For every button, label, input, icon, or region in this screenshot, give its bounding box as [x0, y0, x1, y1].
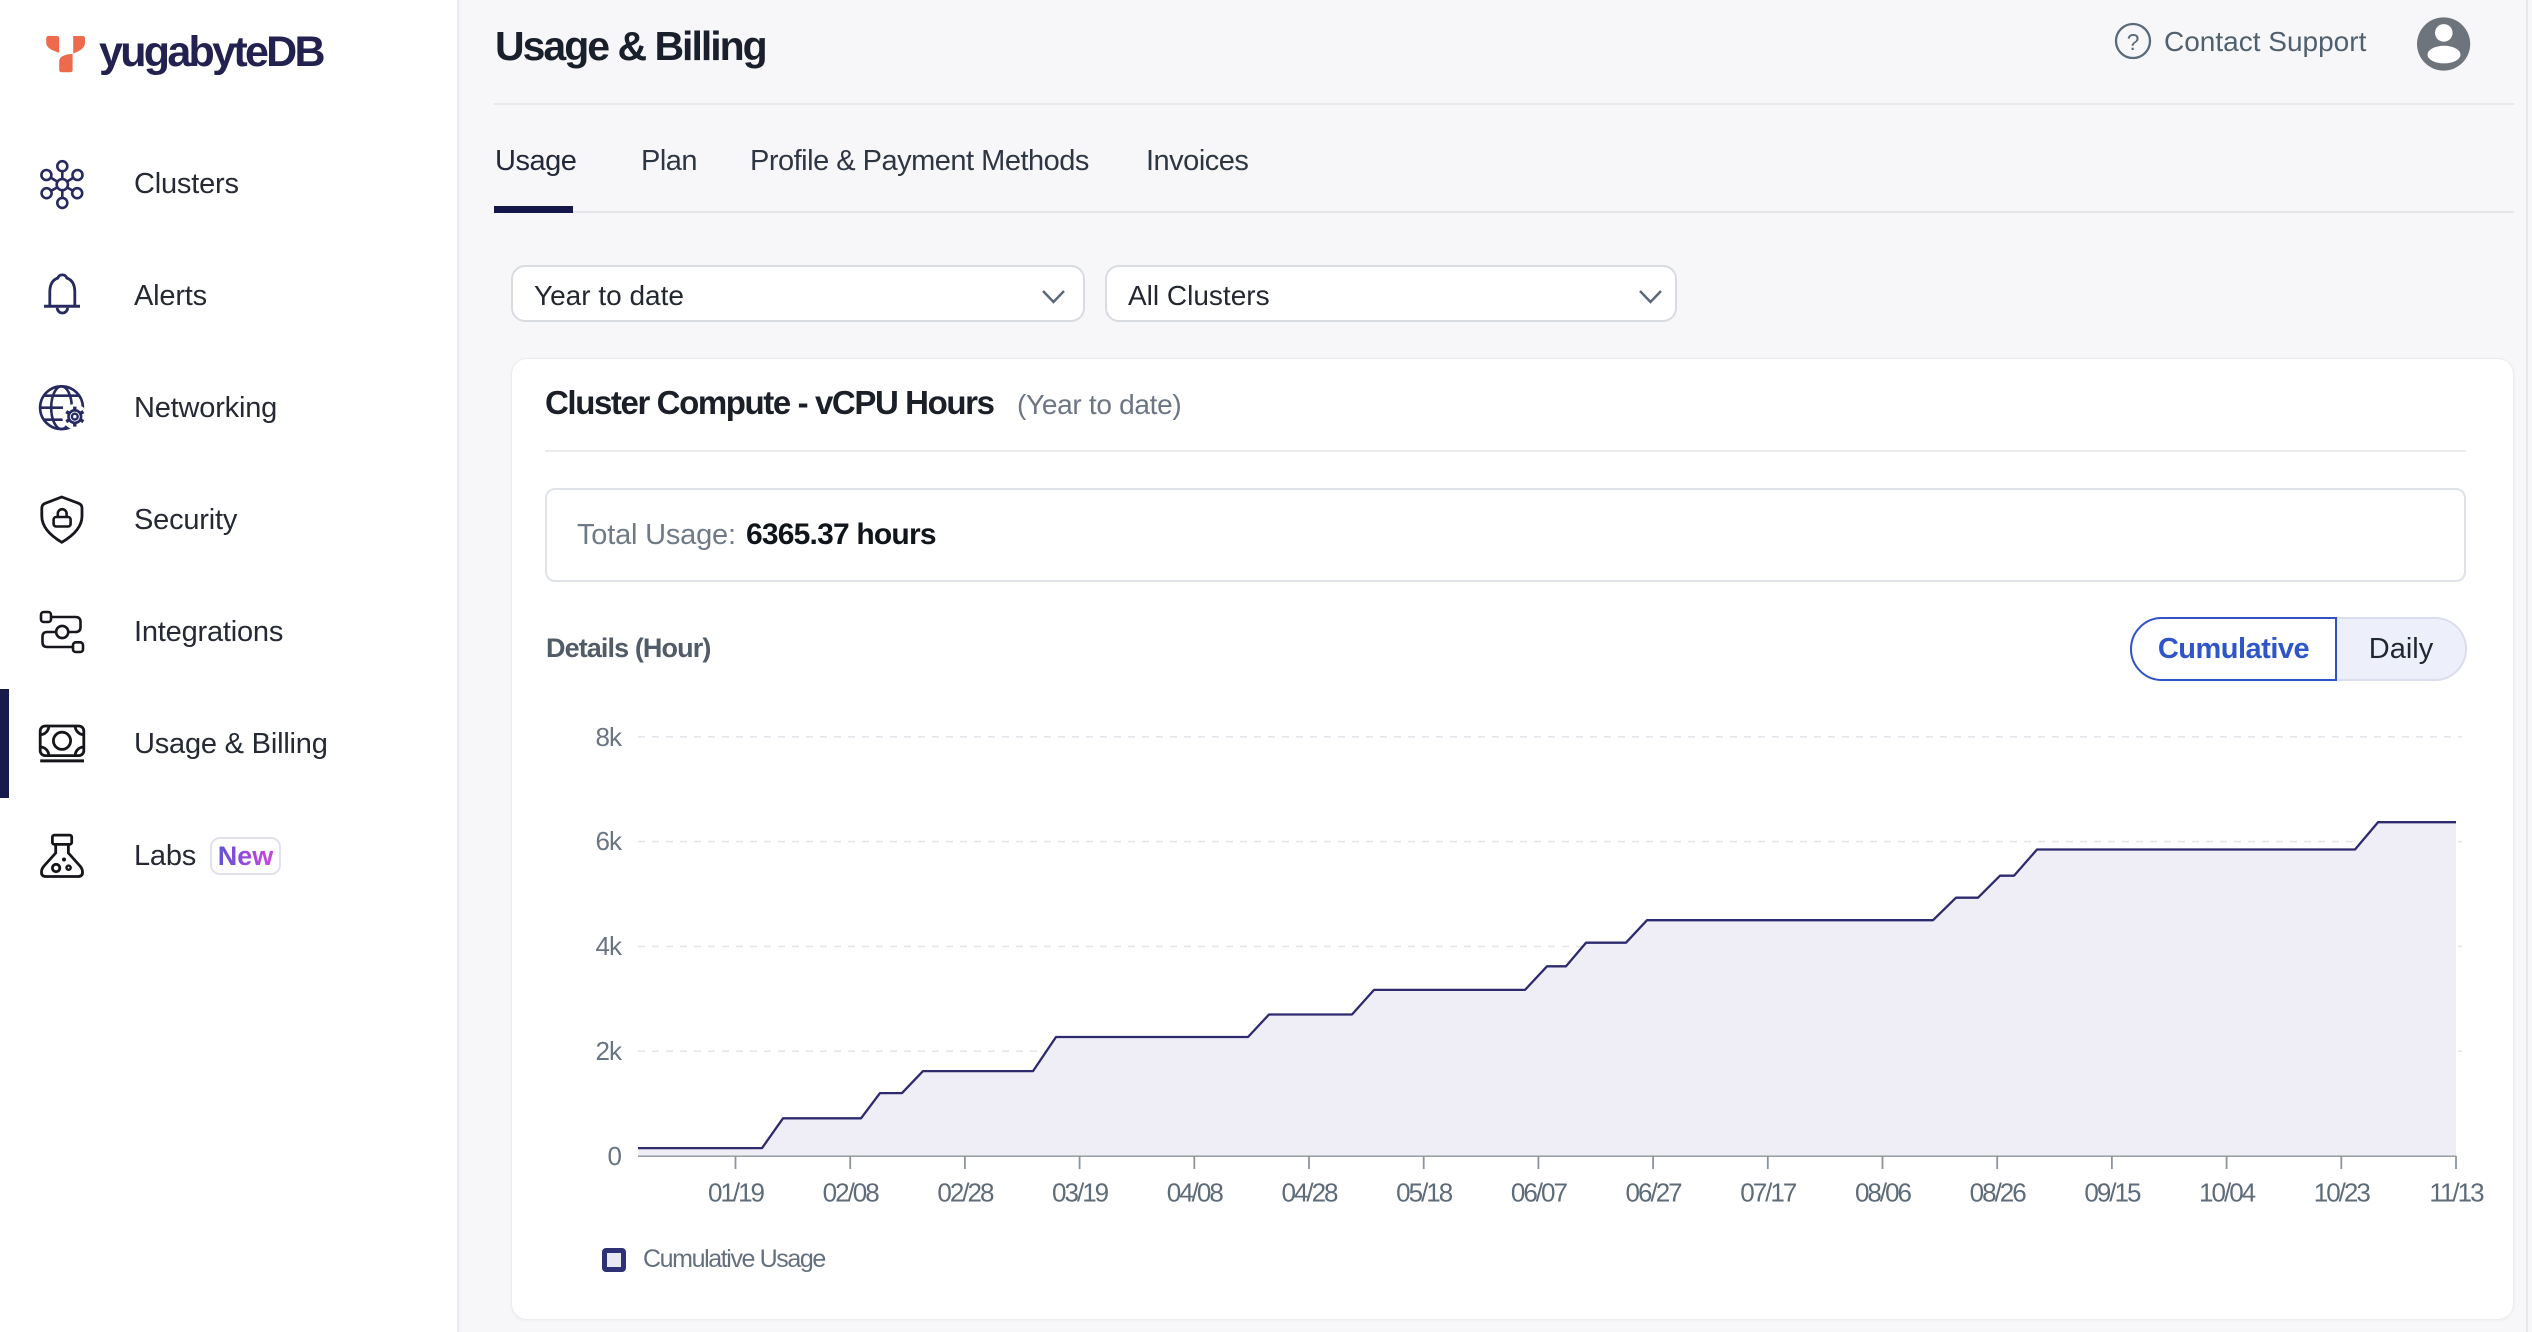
svg-text:08/06: 08/06: [1855, 1178, 1912, 1208]
svg-text:10/23: 10/23: [2314, 1178, 2371, 1208]
svg-text:04/08: 04/08: [1167, 1178, 1224, 1208]
svg-text:07/17: 07/17: [1740, 1178, 1797, 1208]
svg-text:6k: 6k: [596, 826, 623, 856]
svg-text:08/26: 08/26: [1970, 1178, 2027, 1208]
svg-text:2k: 2k: [596, 1036, 623, 1066]
svg-text:8k: 8k: [596, 722, 623, 752]
svg-text:06/07: 06/07: [1511, 1178, 1568, 1208]
svg-text:0: 0: [608, 1141, 622, 1171]
svg-text:10/04: 10/04: [2199, 1178, 2256, 1208]
svg-text:03/19: 03/19: [1052, 1178, 1109, 1208]
svg-text:02/08: 02/08: [823, 1178, 880, 1208]
svg-text:4k: 4k: [596, 931, 623, 961]
svg-text:11/13: 11/13: [2429, 1178, 2484, 1208]
svg-text:09/15: 09/15: [2084, 1178, 2141, 1208]
svg-text:?: ?: [2127, 29, 2140, 55]
svg-text:06/27: 06/27: [1626, 1178, 1683, 1208]
svg-text:01/19: 01/19: [708, 1178, 765, 1208]
svg-text:04/28: 04/28: [1281, 1178, 1338, 1208]
svg-text:05/18: 05/18: [1396, 1178, 1453, 1208]
svg-text:02/28: 02/28: [937, 1178, 994, 1208]
